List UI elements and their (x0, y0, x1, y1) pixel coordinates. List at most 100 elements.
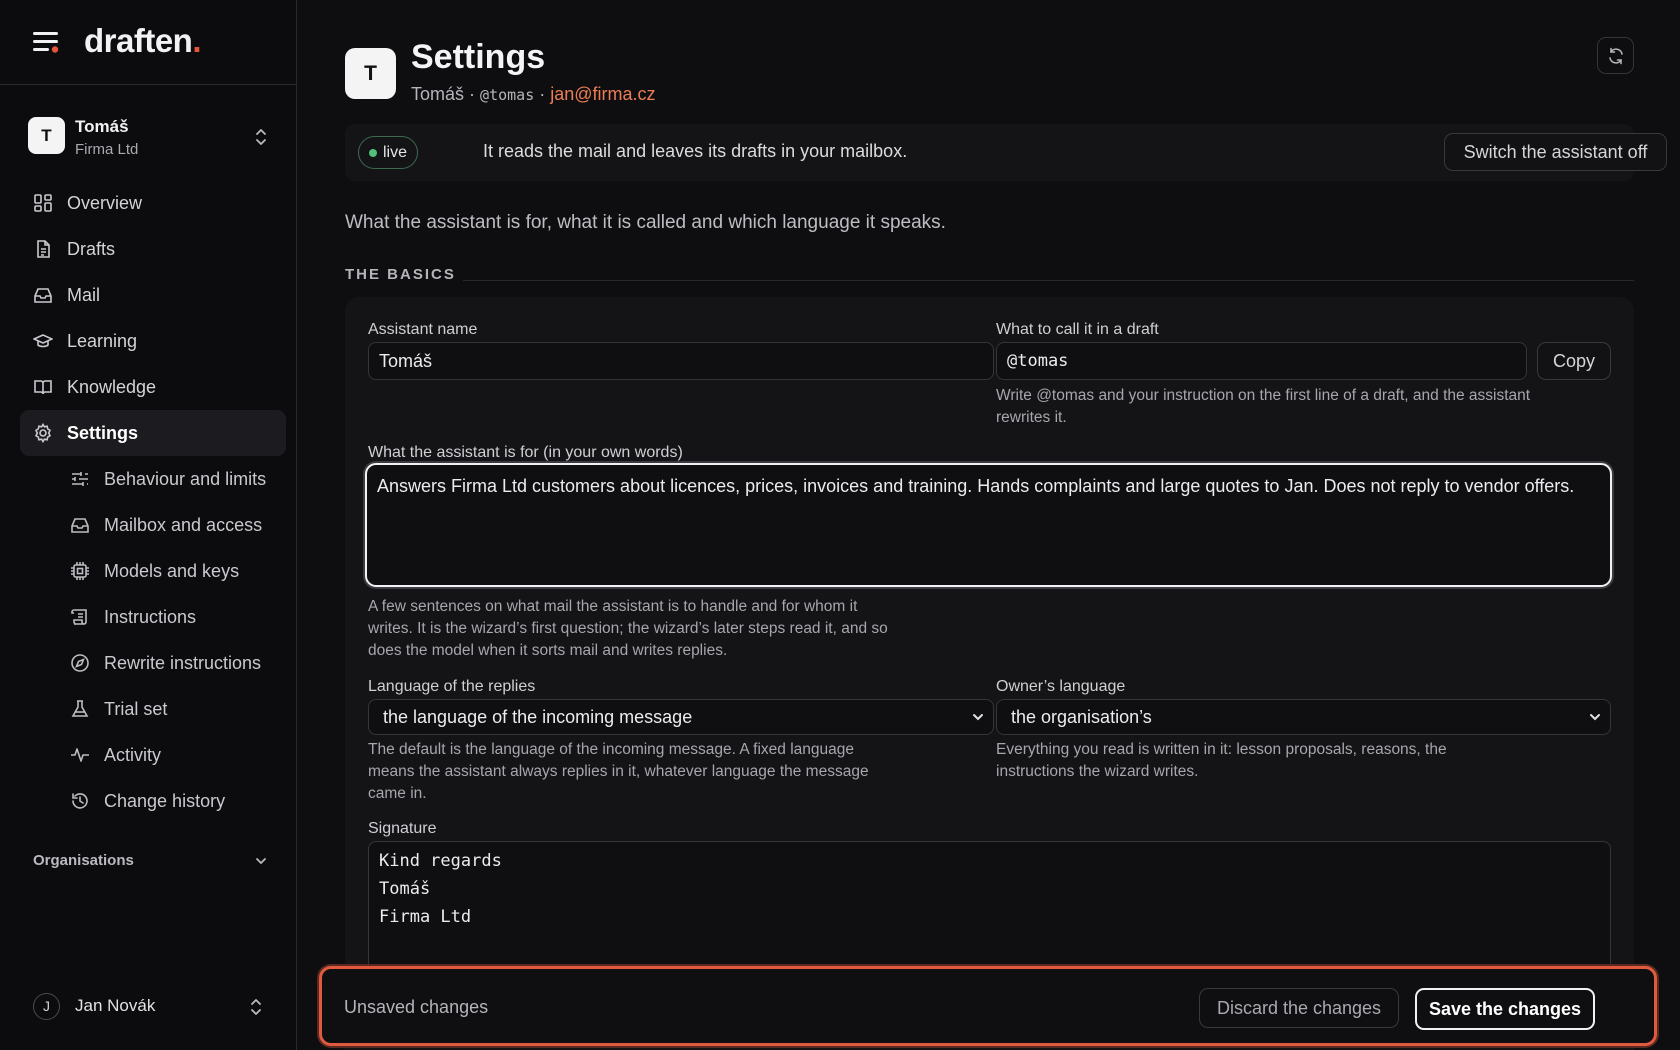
assistant-name-input[interactable]: Tomáš (368, 342, 994, 380)
subnav-label: Instructions (104, 606, 197, 627)
separator: · (539, 84, 546, 104)
subnav-item-change-history[interactable]: Change history (20, 778, 286, 824)
nav-label: Knowledge (67, 376, 157, 397)
copy-button[interactable]: Copy (1537, 342, 1611, 380)
account-switcher[interactable]: T Tomáš Firma Ltd (28, 117, 278, 173)
signature-textarea[interactable]: Kind regards Tomáš Firma Ltd (368, 841, 1611, 971)
user-name: Jan Novák (75, 996, 156, 1015)
save-button[interactable]: Save the changes (1415, 988, 1595, 1030)
inbox-icon (34, 288, 52, 303)
nav-item-learning[interactable]: Learning (20, 318, 286, 364)
nav-item-knowledge[interactable]: Knowledge (20, 364, 286, 410)
inbox-icon (71, 518, 89, 533)
owner-language-help: Everything you read is written in it: le… (996, 741, 1447, 780)
scroll-icon (71, 609, 87, 625)
separator: · (469, 84, 476, 104)
owner-language-label: Owner’s language (996, 678, 1126, 695)
subnav-item-instructions[interactable]: Instructions (20, 594, 286, 640)
assistant-handle: @tomas (480, 86, 535, 104)
reply-language-help: The default is the language of the incom… (368, 741, 869, 802)
subnav-label: Change history (104, 790, 226, 811)
status-message: It reads the mail and leaves its drafts … (483, 141, 908, 161)
nav-item-mail[interactable]: Mail (20, 272, 286, 318)
nav-label: Mail (67, 284, 101, 305)
subnav-item-models[interactable]: Models and keys (20, 548, 286, 594)
account-org: Firma Ltd (75, 141, 139, 158)
main-nav: Overview Drafts Mail Learning Knowledge … (20, 180, 286, 824)
refresh-button[interactable] (1597, 37, 1634, 74)
nav-item-drafts[interactable]: Drafts (20, 226, 286, 272)
nav-label: Settings (67, 422, 139, 443)
pulse-icon (71, 748, 89, 762)
compass-icon (71, 654, 89, 672)
sliders-icon (72, 472, 88, 486)
chevron-down-icon (973, 714, 983, 721)
subnav-item-trial-set[interactable]: Trial set (20, 686, 286, 732)
account-avatar: T (28, 117, 65, 154)
page-subtitle: Tomáš · @tomas · jan@firma.cz (411, 84, 656, 105)
call-name-help: Write @tomas and your instruction on the… (996, 387, 1531, 426)
account-name: Tomáš (75, 117, 129, 136)
nav-item-settings[interactable]: Settings (20, 410, 286, 456)
chevron-updown-icon (251, 999, 261, 1015)
chip-icon (71, 562, 89, 580)
subnav-label: Mailbox and access (104, 514, 263, 535)
refresh-icon (1608, 47, 1623, 64)
page-title: Settings (411, 38, 546, 76)
flask-icon (71, 700, 89, 717)
subnav-item-activity[interactable]: Activity (20, 732, 286, 778)
section-divider (463, 280, 1634, 281)
gear-icon (34, 423, 52, 443)
assistant-name-label: Assistant name (368, 321, 478, 338)
discard-button[interactable]: Discard the changes (1199, 988, 1399, 1028)
organisations-toggle[interactable]: Organisations (33, 852, 268, 869)
graduation-cap-icon (33, 334, 53, 348)
call-name-input[interactable]: @tomas (996, 342, 1527, 380)
purpose-label: What the assistant is for (in your own w… (368, 444, 683, 461)
user-avatar: J (33, 993, 60, 1020)
status-banner: live It reads the mail and leaves its dr… (345, 124, 1667, 181)
subnav-item-behaviour[interactable]: Behaviour and limits (20, 456, 286, 502)
menu-icon[interactable] (33, 30, 60, 54)
basics-card: Assistant name Tomáš What to call it in … (345, 297, 1634, 1050)
owner-language-value: the organisation’s (1011, 706, 1152, 727)
brand-logo[interactable]: draften. (84, 22, 201, 60)
subnav-item-mailbox[interactable]: Mailbox and access (20, 502, 286, 548)
call-name-label: What to call it in a draft (996, 321, 1159, 338)
subnav-label: Activity (104, 744, 162, 765)
owner-language-select[interactable]: the organisation’s (996, 699, 1611, 735)
subnav-label: Models and keys (104, 560, 240, 581)
nav-item-overview[interactable]: Overview (20, 180, 286, 226)
organisations-label: Organisations (33, 852, 134, 869)
chevron-updown-icon (256, 129, 266, 145)
purpose-help: A few sentences on what mail the assista… (368, 598, 888, 659)
owner-email[interactable]: jan@firma.cz (550, 84, 655, 104)
sidebar: draften. T Tomáš Firma Ltd Overview Draf… (0, 0, 297, 1050)
reply-language-value: the language of the incoming message (383, 706, 693, 727)
subnav-label: Trial set (104, 698, 168, 719)
document-icon (37, 240, 50, 258)
signature-label: Signature (368, 820, 437, 837)
main-content: T Settings Tomáš · @tomas · jan@firma.cz… (297, 0, 1680, 1050)
brand-header: draften. (0, 0, 297, 85)
status-badge: live (358, 136, 419, 169)
nav-label: Overview (67, 192, 143, 213)
reply-language-select[interactable]: the language of the incoming message (368, 699, 994, 735)
subnav-item-rewrite[interactable]: Rewrite instructions (20, 640, 286, 686)
chevron-down-icon (256, 858, 266, 865)
chevron-down-icon (1590, 714, 1600, 721)
section-title: THE BASICS (345, 266, 456, 283)
assistant-name: Tomáš (411, 84, 465, 104)
unsaved-status: Unsaved changes (344, 997, 489, 1017)
subnav-label: Rewrite instructions (104, 652, 262, 673)
grid-icon (34, 194, 52, 212)
user-menu[interactable]: J Jan Novák (33, 993, 268, 1021)
book-icon (34, 380, 52, 395)
purpose-textarea[interactable]: Answers Firma Ltd customers about licenc… (365, 463, 1612, 587)
nav-label: Learning (67, 330, 138, 351)
history-icon (72, 793, 88, 809)
page-description: What the assistant is for, what it is ca… (345, 212, 946, 233)
page-avatar: T (345, 48, 396, 99)
subnav-label: Behaviour and limits (104, 468, 267, 489)
switch-off-button[interactable]: Switch the assistant off (1444, 133, 1667, 171)
